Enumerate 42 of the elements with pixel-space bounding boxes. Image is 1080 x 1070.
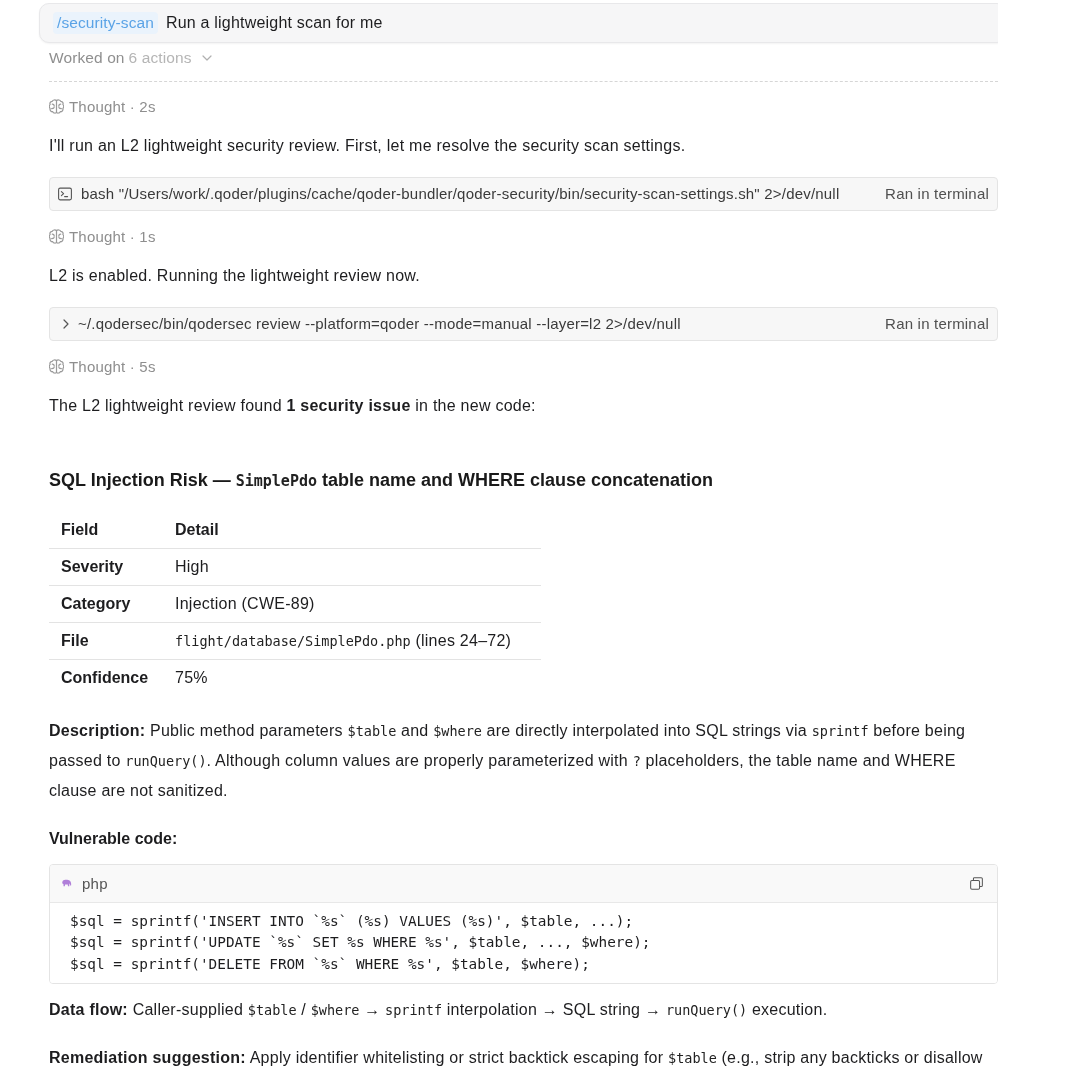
command-text: bash "/Users/work/.qoder/plugins/cache/qoder-bundler/qoder-security/bin/security-scan-settings.sh" 2>/dev/null [81, 185, 841, 203]
command-status: Ran in terminal [885, 315, 989, 333]
code-line: $sql = sprintf('DELETE FROM `%s` WHERE %s', $table, $where); [70, 954, 591, 974]
slash-command-tag: /security-scan [53, 11, 158, 34]
terminal-icon [58, 186, 72, 201]
message-text: L2 is enabled. Running the lightweight review now. [49, 265, 421, 286]
table-cell-text: High [175, 557, 210, 576]
command-card[interactable]: ~/.qodersec/bin/qodersec review --platform=qoder --mode=manual --layer=l2 2>/dev/null Ran in terminal [49, 306, 998, 341]
issue-heading: SQL Injection Risk — SimplePdo table name and WHERE clause concatenation [49, 468, 715, 492]
table-header: Detail [175, 520, 220, 539]
code-line: $sql = sprintf('INSERT INTO `%s` (%s) VALUES (%s)', $table, ...); [70, 911, 635, 931]
table-cell-text: Category [60, 594, 132, 613]
language-label: php [82, 874, 108, 892]
table-cell-text: flight/database/SimplePdo.php (lines 24–72) [175, 631, 513, 650]
thought-label: Thought · 2s [69, 98, 156, 116]
chevron-right-icon[interactable] [63, 318, 69, 329]
section-label: Vulnerable code: [49, 828, 179, 849]
brain-icon [49, 99, 64, 115]
message-text: I'll run an L2 lightweight security review. First, let me resolve the security scan settings. [49, 135, 687, 156]
copy-icon[interactable] [970, 876, 983, 890]
elephant-icon [61, 879, 72, 888]
table-cell-text: Injection (CWE-89) [175, 594, 316, 613]
table-header: Field [60, 520, 100, 539]
action-count: 6 actions [128, 48, 192, 67]
table-cell-text: Severity [60, 557, 125, 576]
thought-label: Thought · 1s [69, 228, 156, 246]
table-cell-text: Confidence [60, 668, 150, 687]
prompt-text: Run a lightweight scan for me [166, 13, 383, 32]
code-line: $sql = sprintf('UPDATE `%s` SET %s WHERE %s', $table, ..., $where); [70, 933, 652, 953]
command-status: Ran in terminal [885, 185, 989, 203]
command-card[interactable]: bash "/Users/work/.qoder/plugins/cache/qoder-bundler/qoder-security/bin/security-scan-settings.sh" 2>/dev/null Ran in terminal [49, 176, 998, 211]
table-cell-text: 75% [175, 668, 209, 687]
actions-summary-label: Worked on [49, 48, 125, 67]
thought-label: Thought · 5s [69, 358, 156, 376]
table-cell-text: File [60, 631, 90, 650]
message-text: The L2 lightweight review found 1 security issue in the new code: [49, 395, 537, 416]
data-flow-text: Data flow: Caller-supplied $table / $where → sprintf interpolation → SQL string → runQuery() execution. [49, 1000, 829, 1021]
description-text: Description: Public method parameters $table and $where are directly interpolated into SQL strings via sprintf before being passed to runQuery(). Although column values are properly parameterized with ? placeholders, the table name and WHERE clause are not sanitized. [49, 720, 967, 801]
brain-icon [49, 229, 64, 245]
command-text: ~/.qodersec/bin/qodersec review --platform=qoder --mode=manual --layer=l2 2>/dev/null [78, 315, 682, 333]
brain-icon [49, 359, 64, 375]
remediation-text: Remediation suggestion: Apply identifier whitelisting or strict backtick escaping for $table (e.g., strip any backticks or disallow [49, 1048, 984, 1069]
